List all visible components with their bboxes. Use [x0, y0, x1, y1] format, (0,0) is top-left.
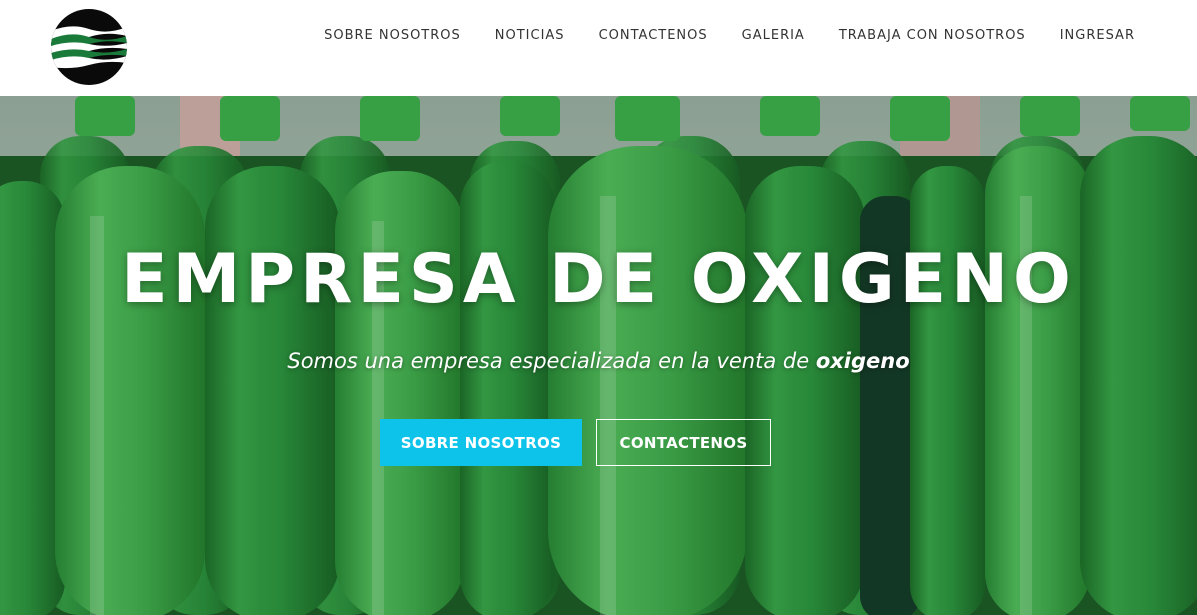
nav-sobre-nosotros[interactable]: SOBRE NOSOTROS [324, 27, 461, 45]
hero-subtitle-text: Somos una empresa especializada en la ve… [287, 349, 816, 373]
company-logo[interactable] [51, 9, 127, 85]
hero-subtitle: Somos una empresa especializada en la ve… [0, 347, 1197, 375]
contactenos-button[interactable]: CONTACTENOS [596, 419, 771, 466]
hero-title: EMPRESA DE OXIGENO [121, 240, 1076, 319]
nav-ingresar[interactable]: INGRESAR [1060, 27, 1135, 45]
sobre-nosotros-button[interactable]: SOBRE NOSOTROS [380, 419, 582, 466]
nav-contactenos[interactable]: CONTACTENOS [599, 27, 708, 45]
nav-galeria[interactable]: GALERIA [742, 27, 805, 45]
nav-noticias[interactable]: NOTICIAS [495, 27, 565, 45]
nav-trabaja-con-nosotros[interactable]: TRABAJA CON NOSOTROS [839, 27, 1026, 45]
main-nav: SOBRE NOSOTROS NOTICIAS CONTACTENOS GALE… [324, 27, 1135, 45]
hero-section: EMPRESA DE OXIGENO Somos una empresa esp… [0, 96, 1197, 615]
site-header: SOBRE NOSOTROS NOTICIAS CONTACTENOS GALE… [0, 0, 1197, 96]
hero-subtitle-emphasis: oxigeno [815, 349, 910, 373]
